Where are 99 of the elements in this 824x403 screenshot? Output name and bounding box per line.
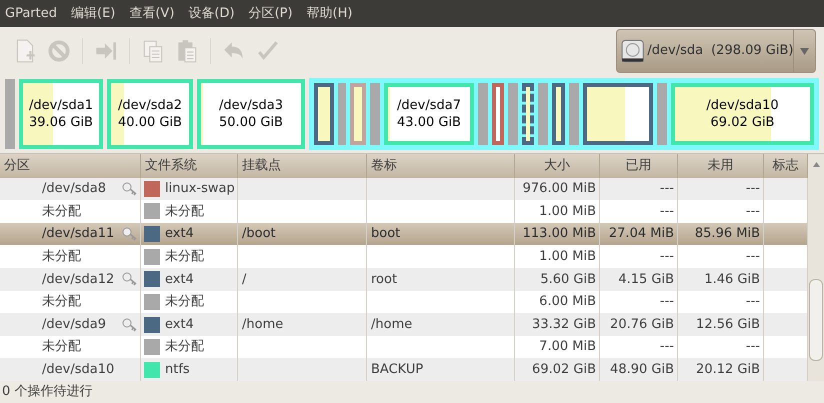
table-cell-text: /home [371, 316, 412, 334]
device-selector[interactable]: /dev/sda (298.09 GiB) [616, 29, 816, 73]
table-cell-text: 未分配 [42, 248, 81, 266]
table-cell-text: 12.56 GiB [696, 316, 760, 334]
table-cell-text: ntfs [165, 361, 190, 379]
partition-block[interactable] [522, 83, 534, 145]
table-cell-text: --- [746, 293, 760, 312]
scrollbar-thumb[interactable] [809, 279, 823, 361]
table-cell-text: 未分配 [165, 202, 204, 221]
table-cell-text: 6.00 MiB [539, 293, 596, 312]
partition-block[interactable]: /dev/sda1 39.06 GiB [19, 79, 103, 149]
table-cell-text: 未分配 [42, 293, 81, 312]
table-cell-text: 未分配 [165, 293, 204, 312]
table-cell-text: --- [660, 180, 674, 198]
table-row[interactable]: 未分配 未分配 1.00 MiB --- --- [0, 245, 808, 268]
table-row[interactable]: /dev/sda12 ext4 / root 5.60 GiB 4.15 GiB 1.46 GiB [0, 268, 808, 291]
table-cell-text: --- [746, 248, 760, 266]
table-cell-text: boot [371, 225, 400, 244]
table-cell-text: --- [746, 338, 760, 356]
table-cell-text: /dev/sda11 [42, 225, 114, 244]
partition-size: 69.02 GiB [710, 114, 774, 131]
table-cell-text: 69.02 GiB [532, 361, 596, 379]
partition-block[interactable]: /dev/sda10 69.02 GiB [671, 83, 814, 145]
table-cell-text: /home [242, 316, 284, 334]
table-cell-text: ext4 [165, 270, 194, 289]
table-cell-text: /dev/sda8 [42, 180, 106, 198]
menu-item[interactable]: 分区(P) [248, 4, 293, 24]
partition-block[interactable] [314, 83, 334, 145]
table-cell-text: --- [660, 248, 674, 266]
extended-partition[interactable]: /dev/sda7 43.00 GiB /dev/sda10 69.02 GiB [309, 78, 819, 150]
table-cell-text: /dev/sda12 [42, 270, 114, 289]
table-row[interactable]: /dev/sda8 linux-swap 976.00 MiB --- --- [0, 178, 808, 200]
table-cell-text: /boot [242, 225, 276, 244]
table-cell-text: 7.00 MiB [539, 338, 596, 356]
partition-size: 40.00 GiB [118, 114, 182, 131]
unallocated-block[interactable] [370, 83, 380, 145]
table-cell-text: root [371, 270, 398, 289]
partition-name: /dev/sda10 [706, 97, 779, 114]
table-cell-text: 1.00 MiB [539, 248, 596, 266]
table-cell-text: --- [660, 338, 674, 356]
table-cell-text: / [242, 270, 246, 289]
partition-name: /dev/sda3 [219, 97, 283, 114]
unallocated-block[interactable] [5, 79, 15, 149]
status-text: 0 个操作待进行 [2, 383, 92, 402]
table-row[interactable]: /dev/sda9 ext4 /home /home 33.32 GiB 20.76 GiB 12.56 GiB [0, 313, 808, 336]
table-row[interactable]: /dev/sda11 ext4 /boot boot 113.00 MiB 27.04 MiB 85.96 MiB [0, 222, 808, 246]
table-cell-text: 1.00 MiB [539, 202, 596, 221]
partition-block[interactable]: /dev/sda2 40.00 GiB [107, 79, 193, 149]
menu-item[interactable]: 查看(V) [129, 4, 174, 24]
table-row[interactable]: 未分配 未分配 1.00 MiB --- --- [0, 200, 808, 223]
table-cell-text: 20.76 GiB [610, 316, 674, 334]
table-cell-text: ext4 [165, 316, 194, 334]
partition-block[interactable] [552, 83, 565, 145]
table-cell-text: 113.00 MiB [522, 225, 596, 244]
table-cell-text: --- [746, 202, 760, 221]
table-cell-text: 48.90 GiB [610, 361, 674, 379]
partition-size: 50.00 GiB [219, 114, 283, 131]
table-cell-text: 未分配 [42, 202, 81, 221]
scroll-up-arrow-icon [812, 162, 820, 167]
table-cell-text: 33.32 GiB [532, 316, 596, 334]
delete-icon [46, 38, 72, 64]
table-cell-text: --- [660, 293, 674, 312]
table-cell-text: --- [660, 202, 674, 221]
menu-item[interactable]: 设备(D) [188, 4, 235, 24]
table-cell-text: linux-swap [165, 180, 235, 198]
menu-item[interactable]: 帮助(H) [306, 4, 352, 24]
menu-item[interactable]: 编辑(E) [71, 4, 116, 24]
partition-block[interactable]: /dev/sda3 50.00 GiB [197, 79, 305, 149]
table-row[interactable]: 未分配 未分配 7.00 MiB --- --- [0, 336, 808, 358]
dropdown-arrow-icon [800, 48, 810, 54]
partition-name: /dev/sda2 [118, 97, 182, 114]
table-row[interactable]: 未分配 未分配 6.00 MiB --- --- [0, 290, 808, 314]
table-cell-text: 20.12 GiB [696, 361, 760, 379]
app-name: GParted [5, 4, 57, 23]
table-cell-text: --- [746, 180, 760, 198]
partition-size: 39.06 GiB [29, 114, 93, 131]
table-cell-text: ext4 [165, 225, 194, 244]
table-cell-text: 未分配 [165, 248, 204, 266]
table-cell-text: BACKUP [371, 361, 424, 379]
table-row[interactable]: /dev/sda10 ntfs BACKUP 69.02 GiB 48.90 GiB 20.12 GiB [0, 358, 808, 382]
partition-block[interactable] [492, 83, 504, 145]
partition-name: /dev/sda7 [397, 97, 461, 114]
table-cell-text: 未分配 [165, 338, 204, 356]
device-name: /dev/sda [647, 42, 704, 60]
table-cell-text: /dev/sda9 [42, 316, 106, 334]
table-cell-text: 5.60 GiB [540, 270, 596, 289]
vertical-scrollbar[interactable] [808, 154, 824, 381]
table-cell-text: /dev/sda10 [42, 361, 114, 379]
partition-size: 43.00 GiB [397, 114, 461, 131]
table-cell-text: 27.04 MiB [608, 225, 674, 244]
partition-block[interactable]: /dev/sda7 43.00 GiB [384, 83, 474, 145]
device-size: (298.09 GiB) [711, 42, 794, 60]
table-cell-text: 未分配 [42, 338, 81, 356]
table-cell-text: 1.46 GiB [704, 270, 760, 289]
table-cell-text: 4.15 GiB [618, 270, 674, 289]
partition-block[interactable] [583, 83, 653, 145]
partition-name: /dev/sda1 [29, 97, 93, 114]
table-cell-text: 976.00 MiB [522, 180, 596, 198]
table-cell-text: 85.96 MiB [694, 225, 760, 244]
